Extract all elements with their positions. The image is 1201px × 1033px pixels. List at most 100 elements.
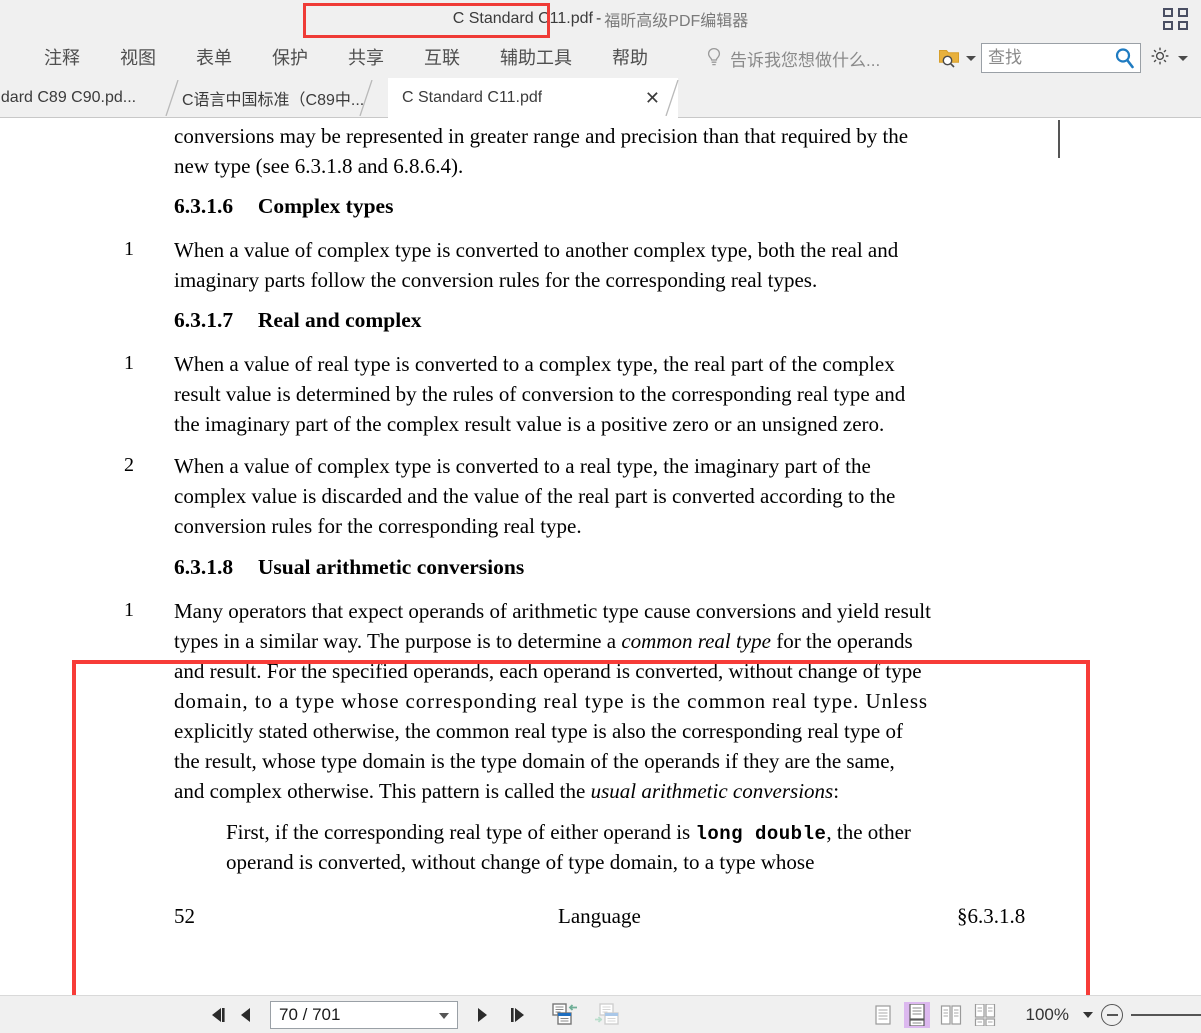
first-page-icon[interactable]: [208, 1005, 228, 1025]
paragraph-number: 1: [124, 238, 134, 260]
page-footer-number: 52: [174, 904, 195, 928]
page-number-value: 70 / 701: [279, 1005, 341, 1024]
menu-view[interactable]: 视图: [100, 38, 176, 78]
next-page-icon[interactable]: [474, 1005, 490, 1025]
paragraph-line: and result. For the specified operands, …: [174, 659, 922, 683]
find-toolbar-group: [938, 38, 1193, 78]
indented-line-with-code: First, if the corresponding real type of…: [226, 820, 911, 845]
page-footer-center: Language: [558, 904, 641, 928]
document-tab-strip: ndard C89 C90.pd... C语言中国标准（C89中... C St…: [0, 78, 1201, 118]
paragraph-line: When a value of complex type is converte…: [174, 454, 871, 478]
zoom-dropdown-caret[interactable]: [1083, 1012, 1093, 1018]
paragraph-line-with-emphasis: types in a similar way. The purpose is t…: [174, 629, 913, 654]
tell-me-label: 告诉我您想做什么...: [730, 50, 881, 70]
view-two-page[interactable]: [938, 1002, 964, 1028]
window-title-separator: -: [595, 10, 602, 27]
restore-corner-bl: [1163, 20, 1173, 30]
tab-label: C语言中国标准（C89中...: [182, 92, 365, 109]
page-footer-section-ref: §6.3.1.8: [957, 904, 1026, 928]
menu-items-group: 注释 视图 表单 保护 共享 互联 辅助工具 帮助: [24, 38, 668, 78]
text-cursor: [1058, 120, 1060, 158]
title-bar: C Standard C11.pdf - 福昕高级PDF编辑器: [0, 0, 1201, 38]
previous-page-icon[interactable]: [238, 1005, 254, 1025]
zoom-out-icon[interactable]: [1101, 1004, 1123, 1026]
paragraph-line: conversion rules for the corresponding r…: [174, 514, 582, 538]
section-heading-6-3-1-7: 6.3.1.7 Real and complex: [174, 308, 422, 333]
paragraph-line: result value is determined by the rules …: [174, 382, 906, 406]
section-title: Complex types: [257, 194, 394, 218]
menu-share[interactable]: 共享: [328, 38, 404, 78]
tab-divider: [359, 79, 373, 117]
tab-label: ndard C89 C90.pd...: [0, 89, 137, 106]
section-title: Real and complex: [257, 308, 422, 332]
window-title-appname: 福昕高级PDF编辑器: [604, 13, 749, 30]
view-two-page-continuous[interactable]: [972, 1002, 998, 1028]
section-title: Usual arithmetic conversions: [257, 555, 525, 579]
pdf-page-view[interactable]: conversions may be represented in greate…: [0, 118, 1201, 995]
folder-search-dropdown-caret[interactable]: [966, 55, 976, 61]
restore-corner-tl: [1163, 8, 1173, 17]
last-page-icon[interactable]: [508, 1005, 528, 1025]
zoom-level-label: 100%: [1025, 1005, 1069, 1024]
status-bar: 70 / 701 100%: [0, 995, 1201, 1033]
menu-connect[interactable]: 互联: [404, 38, 480, 78]
folder-search-icon[interactable]: [938, 47, 962, 69]
text-run: for the operands: [771, 629, 913, 653]
restore-window-icon[interactable]: [1163, 8, 1189, 30]
page-number-input[interactable]: 70 / 701: [270, 1001, 458, 1029]
paragraph-line: When a value of complex type is converte…: [174, 238, 899, 262]
section-number: 6.3.1.6: [174, 194, 234, 218]
tab-label: C Standard C11.pdf: [402, 89, 543, 106]
emphasis-common-real-type: common real type: [621, 629, 771, 653]
restore-corner-tr: [1177, 8, 1188, 17]
menu-bar: 注释 视图 表单 保护 共享 互联 辅助工具 帮助 告诉我您想做什么...: [0, 38, 1201, 78]
emphasis-usual-arithmetic-conversions: usual arithmetic conversions: [590, 779, 834, 803]
view-single-page[interactable]: [870, 1002, 896, 1028]
view-and-zoom-group: 100%: [866, 996, 1201, 1033]
paragraph-line-with-emphasis: and complex otherwise. This pattern is c…: [174, 779, 839, 804]
paragraph-line: new type (see 6.3.1.8 and 6.8.6.4).: [174, 154, 464, 178]
zoom-slider-track[interactable]: [1131, 1014, 1201, 1016]
search-icon[interactable]: [1114, 47, 1136, 74]
next-view-icon[interactable]: [594, 1003, 620, 1027]
paragraph-line: When a value of real type is converted t…: [174, 352, 895, 376]
page-navigation-group: 70 / 701: [208, 996, 620, 1033]
section-heading-6-3-1-8: 6.3.1.8 Usual arithmetic conversions: [174, 555, 524, 580]
text-run: , the other: [826, 820, 911, 844]
text-run: :: [833, 779, 840, 803]
tab-c-chinese-standard[interactable]: C语言中国标准（C89中...: [168, 78, 373, 118]
menu-protect[interactable]: 保护: [252, 38, 328, 78]
tab-c-standard-c11[interactable]: C Standard C11.pdf ✕: [388, 78, 679, 118]
paragraph-line: imaginary parts follow the conversion ru…: [174, 268, 818, 292]
section-number: 6.3.1.8: [174, 555, 234, 579]
text-run: First, if the corresponding real type of…: [226, 820, 696, 844]
paragraph-number: 2: [124, 454, 134, 476]
menu-comment[interactable]: 注释: [24, 38, 100, 78]
paragraph-line: domain, to a type whose corresponding re…: [174, 689, 929, 713]
menu-form[interactable]: 表单: [176, 38, 252, 78]
chevron-down-icon[interactable]: [439, 1013, 449, 1019]
paragraph-line: Many operators that expect operands of a…: [174, 599, 931, 623]
tab-divider: [665, 79, 679, 117]
previous-view-icon[interactable]: [552, 1003, 578, 1027]
paragraph-line: the result, whose type domain is the typ…: [174, 749, 895, 773]
restore-corner-br: [1177, 20, 1188, 30]
paragraph-line: conversions may be represented in greate…: [174, 124, 909, 148]
paragraph-line: explicitly stated otherwise, the common …: [174, 719, 903, 743]
window-title: C Standard C11.pdf - 福昕高级PDF编辑器: [0, 0, 1201, 38]
gear-dropdown-caret[interactable]: [1178, 55, 1188, 61]
tab-c89-c90[interactable]: ndard C89 C90.pd...: [0, 78, 179, 118]
tell-me-search[interactable]: 告诉我您想做什么...: [706, 38, 880, 78]
find-input-wrapper: [981, 43, 1141, 73]
text-run: and complex otherwise. This pattern is c…: [174, 779, 591, 803]
gear-icon[interactable]: [1149, 45, 1171, 72]
view-continuous[interactable]: [903, 1002, 930, 1028]
menu-help[interactable]: 帮助: [592, 38, 668, 78]
section-number: 6.3.1.7: [174, 308, 234, 332]
lightbulb-icon: [706, 47, 722, 69]
paragraph-number: 1: [124, 352, 134, 374]
window-title-filename: C Standard C11.pdf: [452, 10, 593, 27]
paragraph-line: the imaginary part of the complex result…: [174, 412, 885, 436]
section-heading-6-3-1-6: 6.3.1.6 Complex types: [174, 194, 393, 219]
menu-accessibility[interactable]: 辅助工具: [480, 38, 592, 78]
